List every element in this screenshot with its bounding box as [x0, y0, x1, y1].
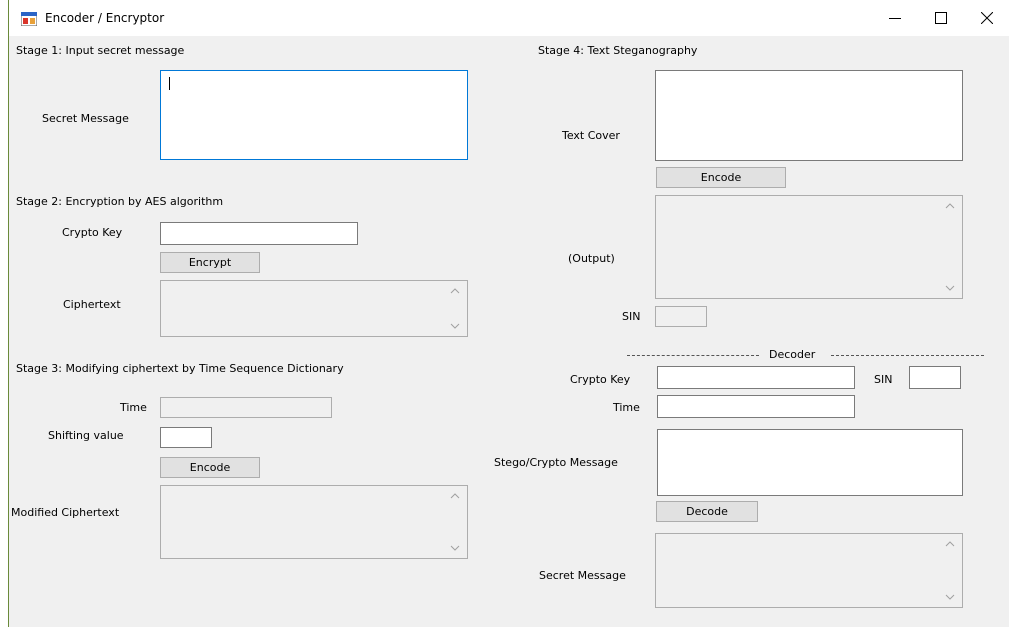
decoder-secret-message-label: Secret Message	[539, 569, 626, 582]
scroll-down-arrow-icon[interactable]	[945, 285, 955, 291]
text-cover-input[interactable]	[655, 70, 963, 161]
decoded-secret-message-output[interactable]	[655, 533, 963, 608]
output-box[interactable]	[655, 195, 963, 299]
stage4-encode-button[interactable]: Encode	[656, 167, 786, 188]
ciphertext-output[interactable]	[160, 280, 468, 337]
scroll-down-arrow-icon[interactable]	[945, 594, 955, 600]
decode-button[interactable]: Decode	[656, 501, 758, 522]
maximize-icon	[935, 12, 947, 24]
close-icon	[981, 12, 993, 24]
text-caret	[169, 77, 170, 90]
stego-crypto-message-label: Stego/Crypto Message	[494, 456, 618, 469]
encrypt-button[interactable]: Encrypt	[160, 252, 260, 273]
sin-field[interactable]	[655, 306, 707, 327]
scroll-up-arrow-icon[interactable]	[450, 493, 460, 499]
minimize-button[interactable]	[872, 0, 918, 36]
title-bar: Encoder / Encryptor	[9, 0, 1009, 36]
stage4-heading: Stage 4: Text Steganography	[538, 44, 698, 57]
decoder-sin-label: SIN	[874, 373, 893, 386]
ciphertext-label: Ciphertext	[63, 298, 121, 311]
stage3-encode-button[interactable]: Encode	[160, 457, 260, 478]
secret-message-label: Secret Message	[42, 112, 129, 125]
minimize-icon	[889, 18, 901, 19]
window-title: Encoder / Encryptor	[45, 11, 165, 25]
stage3-heading: Stage 3: Modifying ciphertext by Time Se…	[16, 362, 344, 375]
text-cover-label: Text Cover	[562, 129, 620, 142]
time-field[interactable]	[160, 397, 332, 418]
app-form-icon	[21, 12, 37, 26]
stage1-heading: Stage 1: Input secret message	[16, 44, 185, 57]
output-label: (Output)	[568, 252, 615, 265]
sin-label: SIN	[622, 310, 641, 323]
crypto-key-label: Crypto Key	[62, 226, 123, 239]
time-label: Time	[120, 401, 147, 414]
shifting-value-input[interactable]	[160, 427, 212, 448]
scroll-up-arrow-icon[interactable]	[945, 541, 955, 547]
decoder-time-label: Time	[613, 401, 640, 414]
shifting-value-label: Shifting value	[48, 429, 124, 442]
modified-ciphertext-output[interactable]	[160, 485, 468, 559]
decoder-heading: Decoder	[766, 348, 819, 362]
crypto-key-input[interactable]	[160, 222, 358, 245]
maximize-button[interactable]	[918, 0, 964, 36]
scroll-down-arrow-icon[interactable]	[450, 545, 460, 551]
decoder-sin-input[interactable]	[909, 366, 961, 389]
decoder-divider-left	[627, 355, 759, 356]
app-window: Encoder / Encryptor Stage 1: Input secre…	[8, 0, 1009, 627]
modified-ciphertext-label: Modified Ciphertext	[11, 506, 120, 519]
decoder-divider-right	[831, 355, 984, 356]
stego-crypto-message-input[interactable]	[657, 429, 963, 496]
scroll-down-arrow-icon[interactable]	[450, 323, 460, 329]
secret-message-input[interactable]	[160, 70, 468, 160]
scroll-up-arrow-icon[interactable]	[450, 288, 460, 294]
stage2-heading: Stage 2: Encryption by AES algorithm	[16, 195, 224, 208]
decoder-time-input[interactable]	[657, 395, 855, 418]
decoder-crypto-key-input[interactable]	[657, 366, 855, 389]
scroll-up-arrow-icon[interactable]	[945, 203, 955, 209]
close-button[interactable]	[964, 0, 1009, 36]
decoder-crypto-key-label: Crypto Key	[570, 373, 631, 386]
